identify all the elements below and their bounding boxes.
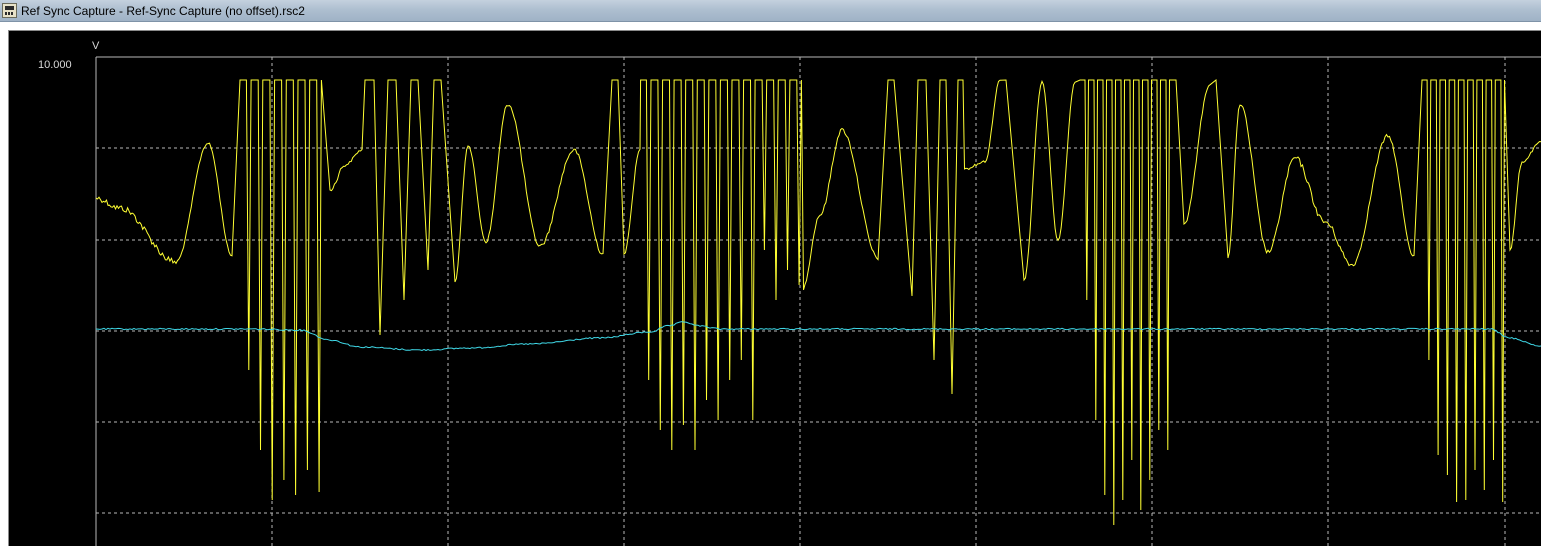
y-axis-unit-label: V [92,40,100,52]
plot-area-background [96,57,1541,546]
y-axis-max-label: 10.000 [38,59,72,71]
waveform-plot[interactable] [0,0,1541,546]
